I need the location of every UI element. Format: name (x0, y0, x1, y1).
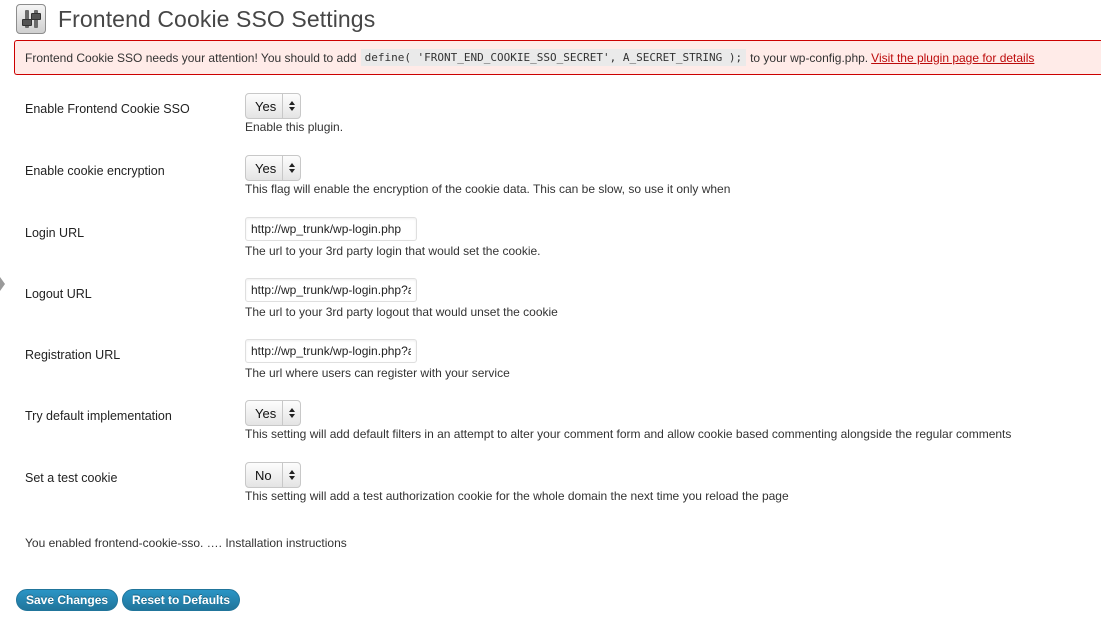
field-label: Enable Frontend Cookie SSO (25, 102, 190, 116)
field-description: This setting will add a test authorizati… (245, 489, 789, 503)
field-label: Try default implementation (25, 409, 172, 423)
field-description: This setting will add default filters in… (245, 427, 1012, 441)
notice-code: define( 'FRONT_END_COOKIE_SSO_SECRET', A… (360, 49, 747, 66)
field-description: The url to your 3rd party login that wou… (245, 244, 541, 258)
field-label: Set a test cookie (25, 471, 118, 485)
field-description: The url where users can register with yo… (245, 366, 510, 380)
cookie-encryption-select[interactable]: Yes (245, 155, 301, 181)
field-label: Registration URL (25, 348, 121, 362)
field-description: Enable this plugin. (245, 120, 344, 134)
settings-page: Frontend Cookie SSO Settings Frontend Co… (0, 0, 1101, 630)
select-arrows-icon (282, 463, 300, 487)
page-header: Frontend Cookie SSO Settings (16, 3, 375, 35)
default-implementation-select[interactable]: Yes (245, 400, 301, 426)
select-value: No (255, 467, 272, 483)
field-label: Login URL (25, 226, 85, 240)
field-description: The url to your 3rd party logout that wo… (245, 305, 558, 319)
login-url-input[interactable] (245, 217, 417, 241)
select-value: Yes (255, 98, 277, 114)
select-arrows-icon (282, 94, 300, 118)
select-arrows-icon (282, 401, 300, 425)
test-cookie-select[interactable]: No (245, 462, 301, 488)
field-description: This flag will enable the encryption of … (245, 182, 731, 196)
select-arrows-icon (282, 156, 300, 180)
field-label: Logout URL (25, 287, 92, 301)
logout-url-input[interactable] (245, 278, 417, 302)
reset-defaults-button[interactable]: Reset to Defaults (122, 589, 241, 611)
registration-url-input[interactable] (245, 339, 417, 363)
save-changes-button[interactable]: Save Changes (16, 589, 119, 611)
collapse-arrow-icon[interactable] (0, 277, 5, 291)
plugin-page-link[interactable]: Visit the plugin page for details (871, 51, 1034, 65)
select-value: Yes (255, 160, 277, 176)
installation-info-text: You enabled frontend-cookie-sso. …. Inst… (25, 536, 347, 550)
field-label: Enable cookie encryption (25, 164, 165, 178)
notice-text-after: to your wp-config.php. (750, 50, 869, 65)
notice-text: Frontend Cookie SSO needs your attention… (25, 50, 357, 65)
error-notice: Frontend Cookie SSO needs your attention… (14, 40, 1101, 75)
page-title: Frontend Cookie SSO Settings (58, 5, 376, 32)
settings-sliders-icon (16, 4, 46, 34)
select-value: Yes (255, 405, 277, 421)
enable-sso-select[interactable]: Yes (245, 93, 301, 119)
